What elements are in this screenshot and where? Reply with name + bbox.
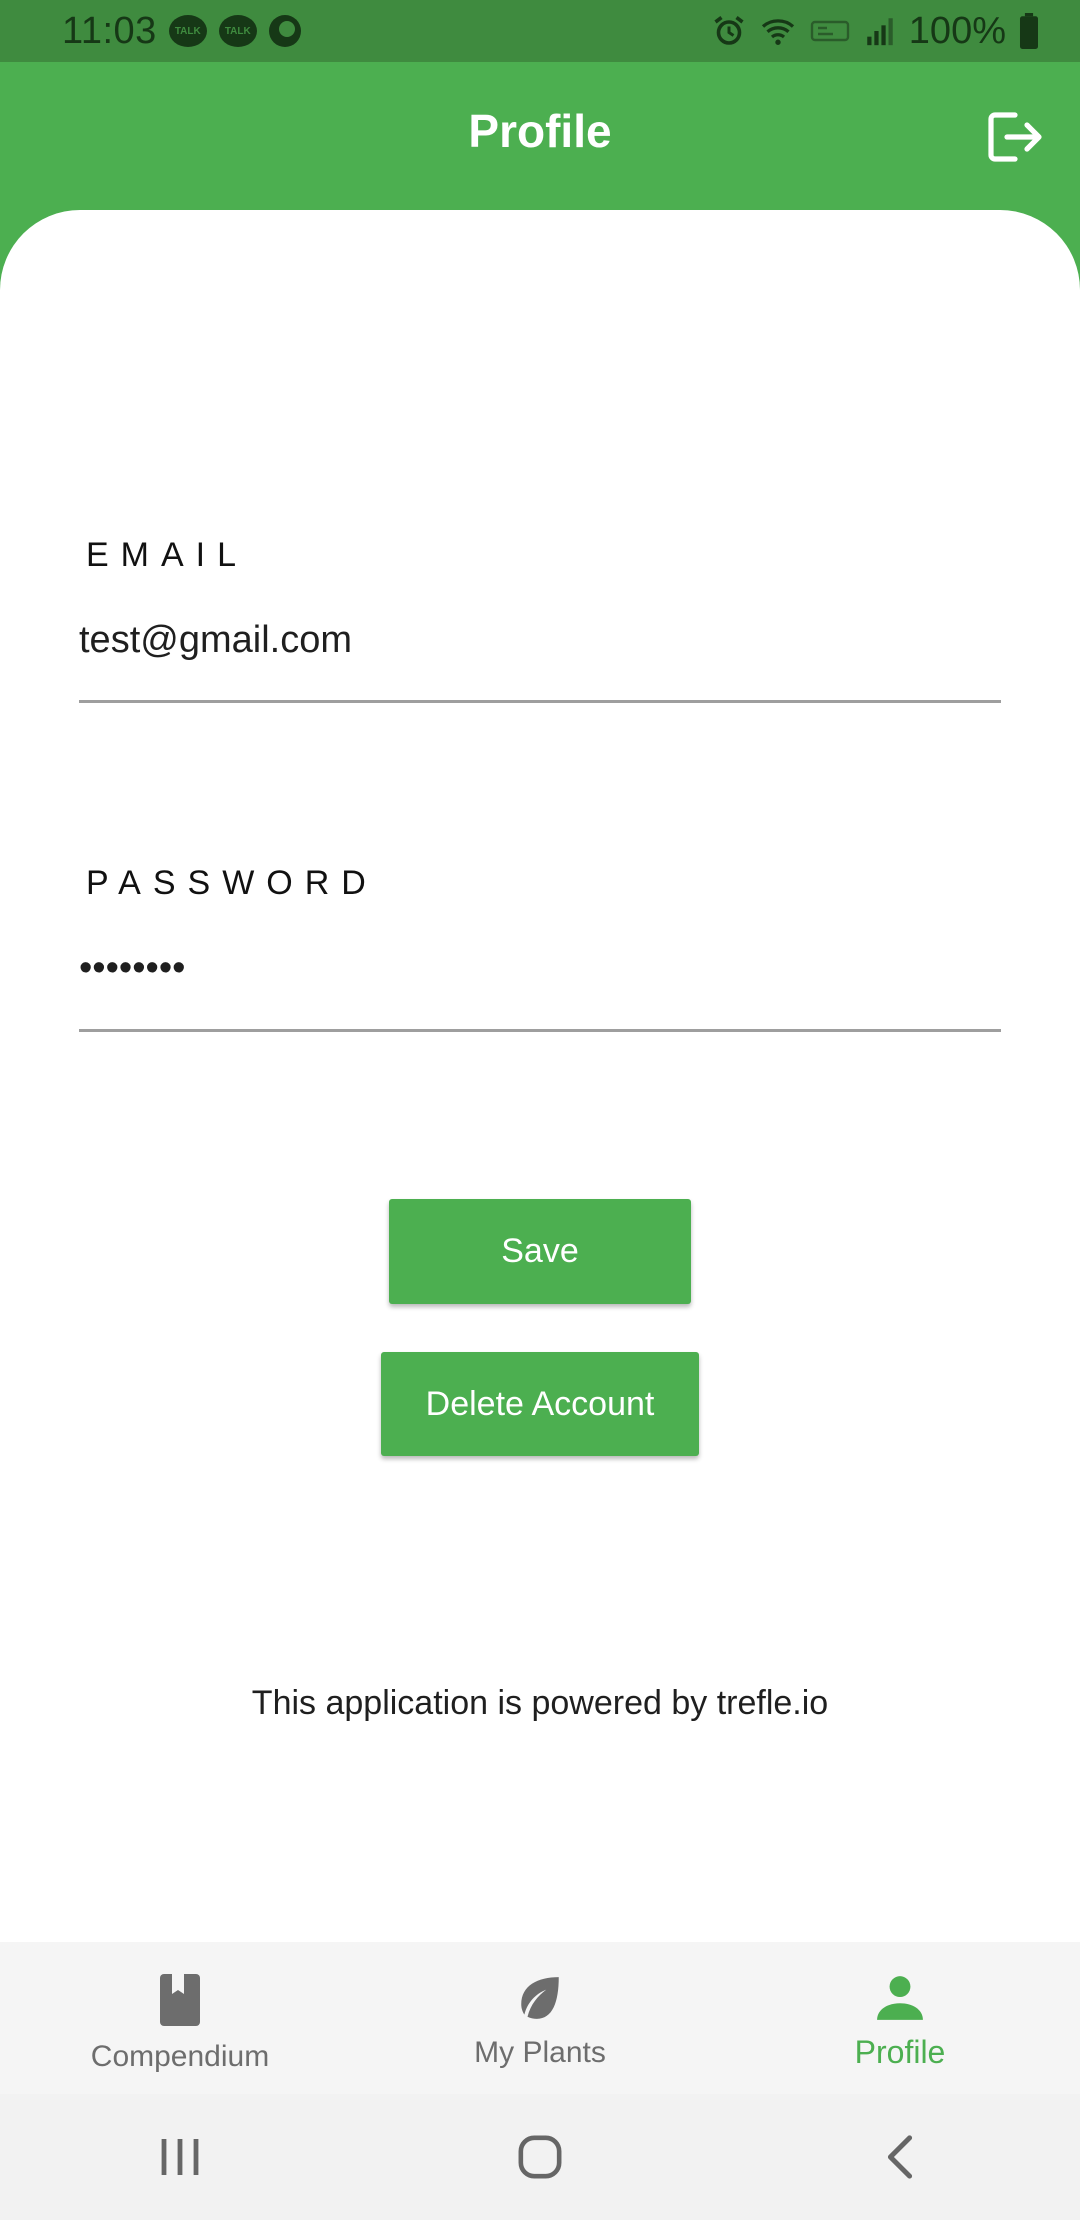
password-field[interactable] [79, 940, 1001, 996]
nav-label-my-plants: My Plants [474, 2036, 606, 2069]
status-left: 11:03 TALK TALK [62, 10, 301, 53]
system-nav-bar [0, 2094, 1080, 2220]
back-button[interactable] [840, 2117, 960, 2197]
home-icon [518, 2135, 562, 2179]
talk-icon: TALK [168, 15, 207, 47]
logout-icon [988, 112, 1042, 162]
nav-label-compendium: Compendium [90, 2040, 270, 2073]
status-time: 11:03 [62, 9, 157, 52]
status-bar: 11:03 TALK TALK 100% [0, 0, 1080, 62]
battery-icon [1018, 13, 1040, 49]
page-title: Profile [468, 105, 612, 157]
battery-percent: 100% [908, 9, 1006, 52]
book-icon [160, 1974, 200, 2026]
moon-icon [268, 15, 301, 47]
powered-by-text: This application is powered by trefle.io [251, 1684, 829, 1722]
nav-item-compendium[interactable]: Compendium [0, 1942, 360, 2094]
talk-icon: TALK [218, 15, 257, 47]
delete-account-button[interactable]: Delete Account [381, 1352, 699, 1456]
back-icon [887, 2135, 913, 2179]
recent-apps-button[interactable] [120, 2117, 240, 2197]
password-underline [79, 1029, 1001, 1032]
signal-icon [863, 14, 897, 48]
logout-button[interactable] [986, 108, 1044, 166]
email-underline [79, 700, 1001, 703]
data-icon [809, 13, 851, 49]
bottom-nav: Compendium My Plants Profile [0, 1942, 1080, 2094]
nav-label-profile: Profile [854, 2034, 946, 2070]
email-field[interactable] [79, 612, 1001, 668]
save-button[interactable]: Save [389, 1199, 691, 1304]
alarm-icon [711, 13, 747, 49]
nav-item-my-plants[interactable]: My Plants [360, 1942, 720, 2094]
email-label: EMAIL [86, 536, 249, 574]
app-bar: Profile [0, 62, 1080, 210]
recent-apps-icon [161, 2139, 199, 2175]
leaf-icon [521, 1977, 559, 2019]
person-icon [877, 1976, 923, 2020]
home-button[interactable] [480, 2117, 600, 2197]
status-right: 100% [711, 10, 1040, 53]
nav-item-profile[interactable]: Profile [720, 1942, 1080, 2094]
wifi-icon [759, 13, 797, 49]
password-label: PASSWORD [86, 864, 378, 902]
